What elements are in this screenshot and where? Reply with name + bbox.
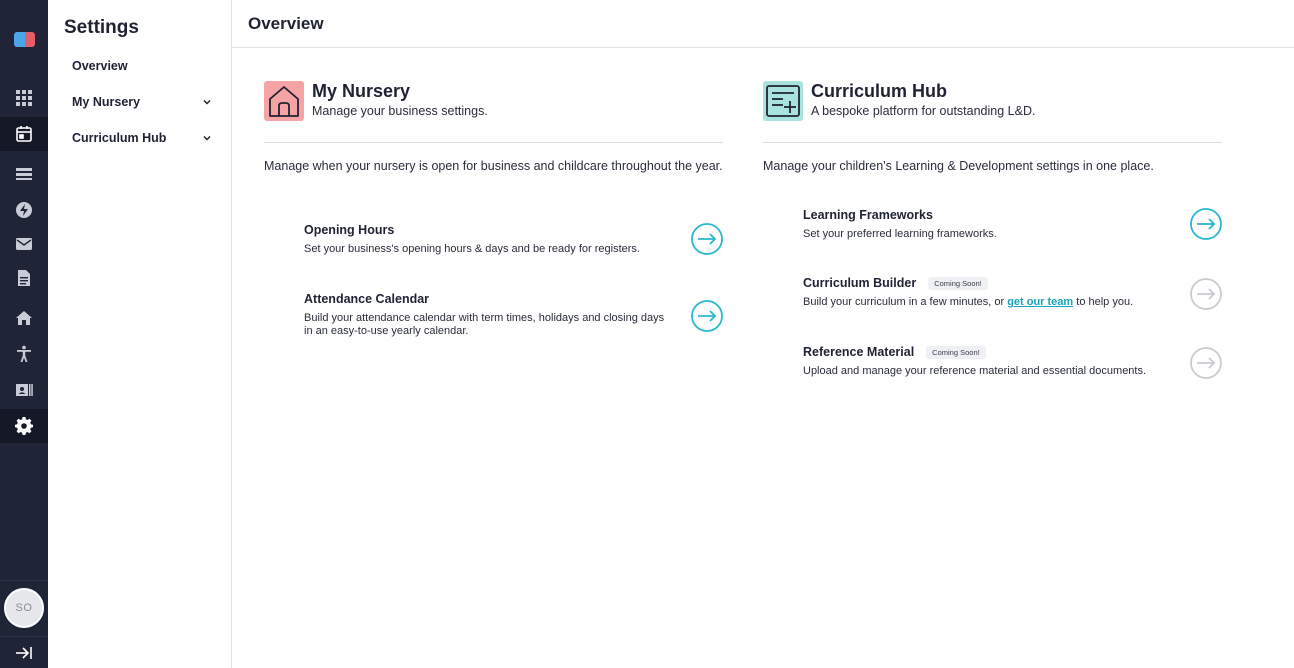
row-text: Build your attendance calendar with term… (304, 312, 665, 337)
document-icon[interactable] (0, 261, 48, 295)
section-header: My Nursery Manage your business settings… (264, 81, 723, 143)
coming-soon-badge: Coming Soon! (928, 276, 988, 290)
sidebar-item-label: Overview (72, 59, 128, 73)
section-description: Manage when your nursery is open for bus… (264, 159, 723, 173)
main-content: Overview My Nursery Manage your business… (232, 0, 1294, 668)
chevron-down-icon (203, 99, 211, 105)
sidebar-item-overview[interactable]: Overview (72, 59, 212, 73)
icon-rail: SO (0, 0, 48, 668)
collapse-arrow-icon[interactable] (0, 636, 48, 668)
row-title-wrap: Reference Material Coming Soon! (803, 345, 1222, 359)
register-list-icon[interactable] (0, 157, 48, 191)
arrow-right-circle-icon (1190, 347, 1222, 379)
section-title: Curriculum Hub (811, 81, 948, 101)
row-title: Learning Frameworks (803, 208, 933, 222)
board-plus-icon (763, 81, 803, 121)
arrow-right-circle-icon[interactable] (1190, 208, 1222, 240)
arrow-right-circle-icon (1190, 278, 1222, 310)
accessibility-icon[interactable] (0, 337, 48, 371)
arrow-right-circle-icon[interactable] (691, 300, 723, 332)
learning-frameworks-row[interactable]: Learning Frameworks Set your preferred l… (803, 208, 1222, 241)
section-description: Manage your children's Learning & Develo… (763, 159, 1154, 173)
home-icon[interactable] (0, 301, 48, 335)
row-title: Reference Material (803, 345, 915, 359)
settings-gear-icon[interactable] (0, 409, 48, 443)
row-title: Opening Hours (304, 223, 395, 237)
bolt-icon[interactable] (0, 193, 48, 227)
arrow-right-circle-icon[interactable] (691, 223, 723, 255)
opening-hours-row[interactable]: Opening Hours Set your business's openin… (304, 223, 723, 256)
page-header: Overview (232, 0, 1294, 48)
dashboard-grid-icon[interactable] (0, 81, 48, 115)
page-title: Overview (248, 14, 324, 33)
avatar[interactable]: SO (4, 587, 44, 628)
chevron-down-icon (203, 135, 211, 141)
sidebar-title: Settings (64, 17, 139, 38)
mail-icon[interactable] (0, 227, 48, 261)
user-avatar-area: SO (0, 580, 48, 634)
house-icon (264, 81, 304, 121)
curriculum-builder-row[interactable]: Curriculum Builder Coming Soon! Build yo… (803, 276, 1222, 310)
sidebar-item-label: My Nursery (72, 95, 141, 109)
row-title-wrap: Curriculum Builder Coming Soon! (803, 276, 1222, 290)
settings-sidebar: Settings Overview My Nursery Curriculum … (48, 0, 232, 668)
section-title: My Nursery (312, 81, 411, 101)
get-our-team-link[interactable]: get our team (1007, 296, 1073, 308)
section-subtitle: Manage your business settings. (312, 104, 488, 118)
app-logo[interactable] (14, 32, 35, 47)
my-nursery-section: My Nursery Manage your business settings… (264, 81, 723, 174)
sidebar-item-curriculum-hub[interactable]: Curriculum Hub (72, 131, 212, 145)
row-text-after: to help you. (1073, 296, 1134, 308)
row-text-before: Build your curriculum in a few minutes, … (803, 296, 1008, 308)
row-title: Curriculum Builder (803, 276, 917, 290)
section-header: Curriculum Hub A bespoke platform for ou… (763, 81, 1222, 143)
sidebar-item-label: Curriculum Hub (72, 131, 167, 145)
curriculum-hub-section: Curriculum Hub A bespoke platform for ou… (763, 81, 1222, 174)
row-text: Set your business's opening hours & days… (304, 243, 640, 255)
row-text: Set your preferred learning frameworks. (803, 228, 997, 240)
row-text: Build your curriculum in a few minutes, … (803, 296, 1173, 309)
row-title: Attendance Calendar (304, 292, 430, 306)
id-card-icon[interactable] (0, 373, 48, 407)
reference-material-row[interactable]: Reference Material Coming Soon! Upload a… (803, 345, 1222, 379)
section-subtitle: A bespoke platform for outstanding L&D. (811, 104, 1036, 118)
sidebar-item-my-nursery[interactable]: My Nursery (72, 95, 212, 109)
coming-soon-badge: Coming Soon! (926, 345, 986, 359)
attendance-calendar-row[interactable]: Attendance Calendar Build your attendanc… (304, 292, 723, 338)
row-text: Upload and manage your reference materia… (803, 365, 1147, 377)
calendar-icon[interactable] (0, 117, 48, 151)
